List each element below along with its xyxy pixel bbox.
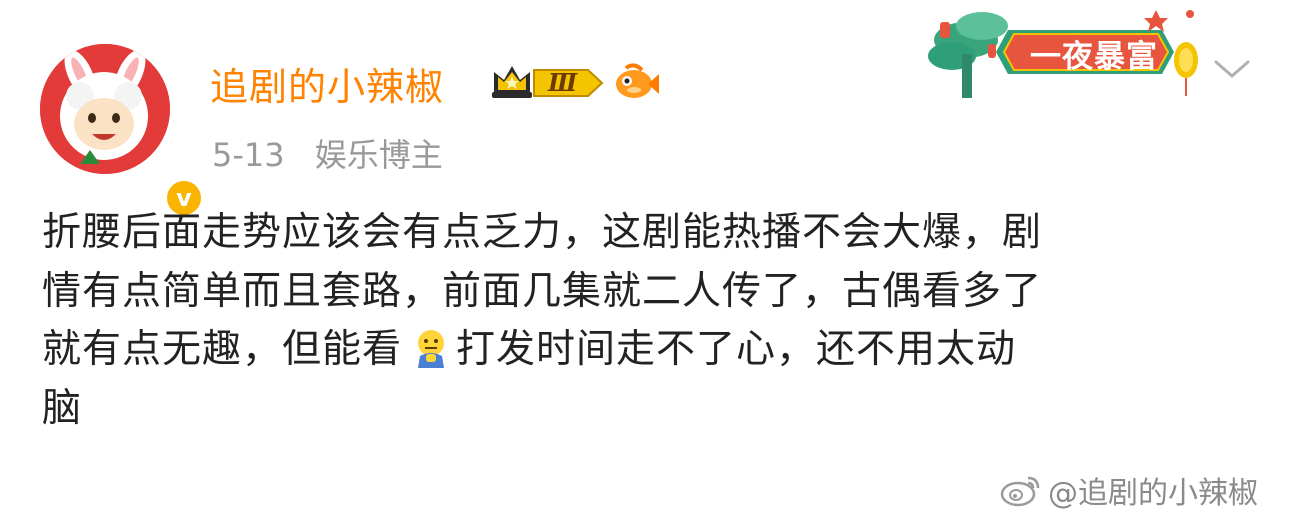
weibo-logo-icon (1000, 476, 1040, 507)
author-category: 娱乐博主 (314, 136, 443, 174)
more-options-button[interactable] (1212, 56, 1252, 82)
decoration-label: 一夜暴富 (1030, 38, 1158, 75)
level-badge-label: Ⅲ (548, 68, 578, 97)
sheep-avatar-icon (40, 44, 170, 174)
avatar[interactable]: v (40, 44, 204, 218)
post-text-segment: 打发时间走不了心，还不用太动 (456, 327, 1017, 372)
fish-icon-graphic (616, 63, 659, 98)
post-text-line: 情有点简单而且套路，前面几集就二人传了，古偶看多了 (42, 268, 1043, 314)
post-text: 折腰后面走势应该会有点乏力，这剧能热播不会大爆，剧 情有点简单而且套路，前面几集… (42, 204, 1262, 438)
watermark: @追剧的小辣椒 (1000, 470, 1258, 511)
post-text-line: 脑 (42, 385, 83, 431)
post-meta: 5-13 娱乐博主 (212, 130, 463, 176)
post-text-segment: 就有点无趣，但能看 (42, 327, 403, 372)
crown-icon (492, 66, 604, 98)
watermark-text: @追剧的小辣椒 (1048, 476, 1258, 511)
post-text-line: 就有点无趣，但能看 打发时间走不了心，还不用太动 (42, 321, 1262, 380)
member-level-badge[interactable]: Ⅲ (490, 62, 604, 104)
user-name[interactable]: 追剧的小辣椒 (210, 56, 444, 111)
post-date[interactable]: 5-13 (212, 136, 285, 174)
chevron-down-icon (1214, 60, 1250, 78)
post-text-line: 折腰后面走势应该会有点乏力，这剧能热播不会大爆，剧 (42, 210, 1043, 255)
avatar-image (40, 44, 170, 174)
thinking-emoji-icon (412, 327, 450, 368)
fish-icon[interactable] (612, 62, 660, 104)
